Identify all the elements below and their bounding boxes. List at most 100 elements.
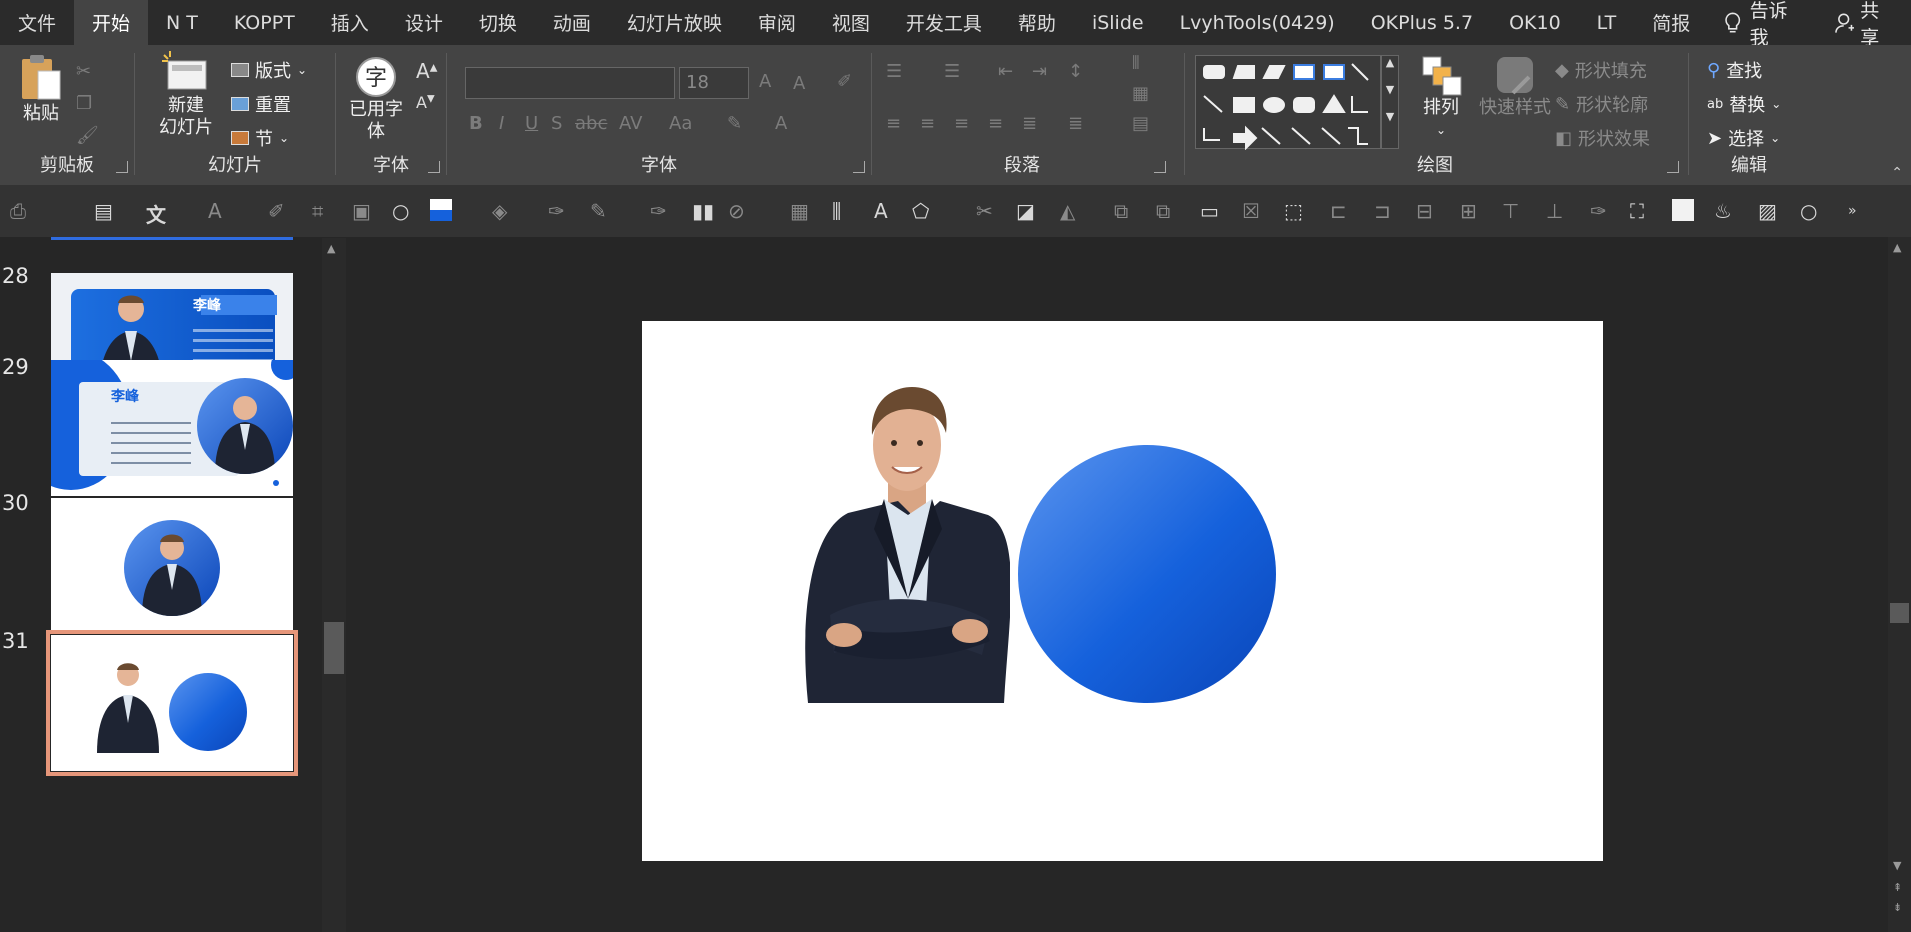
slide-thumbnail-31[interactable] [46,630,298,776]
chart-3d-icon: ◭ [1060,199,1076,223]
scroll-up-icon[interactable]: ▲ [327,242,335,255]
font-size-dropdown[interactable]: 18 [679,67,749,99]
more-icon[interactable]: ▼ [1382,110,1398,123]
blue-circle[interactable] [1018,445,1276,703]
replace-button[interactable]: ab 替换 ⌄ [1707,91,1781,117]
current-slide[interactable] [642,321,1603,861]
text-icon[interactable]: 文 [146,199,166,228]
section-button[interactable]: 节 ⌄ [231,125,289,151]
scroll-up-icon[interactable]: ▲ [1382,56,1398,69]
align-bottom-icon: ⊥ [1546,199,1564,223]
paste-button[interactable]: 粘贴 [16,53,66,125]
tab-insert[interactable]: 插入 [313,0,387,45]
tab-developer[interactable]: 开发工具 [888,0,1000,45]
drawing-launcher-icon[interactable] [1667,161,1679,173]
align-center-icon: ≡ [920,113,936,134]
tab-transitions[interactable]: 切换 [461,0,535,45]
find-button[interactable]: ⚲ 查找 [1707,57,1762,83]
font-grow-icon[interactable]: A▲ [416,59,437,83]
fit-slide-icon[interactable]: ⛶ [1630,199,1644,223]
columns-icon[interactable]: ⫼ [832,199,841,223]
tab-animations[interactable]: 动画 [535,0,609,45]
tab-design[interactable]: 设计 [387,0,461,45]
textbox-icon[interactable]: ▤ [94,199,113,223]
window-icon[interactable]: ▭ [1200,199,1219,223]
layout-button[interactable]: 版式 ⌄ [231,57,307,83]
tab-lvyhtools[interactable]: LvyhTools(0429) [1162,0,1353,45]
reset-button[interactable]: 重置 [231,91,291,117]
scroll-down-icon[interactable]: ▼ [1382,83,1398,96]
collapse-ribbon-icon[interactable]: ⌃ [1891,165,1903,181]
tab-file[interactable]: 文件 [0,0,74,45]
replace-label: 替换 [1729,95,1766,116]
color-fill-icon[interactable] [430,199,452,226]
tab-nt[interactable]: N T [148,0,216,45]
slide-canvas-area [352,237,1887,932]
format-painter-icon[interactable]: 🖌 [76,125,99,146]
tab-home[interactable]: 开始 [74,0,149,45]
thumbnails-scrollbar[interactable]: ▲ [322,238,346,932]
used-fonts-launcher-icon[interactable] [428,161,440,173]
share-button[interactable]: 共享 [1821,0,1911,50]
scrollbar-thumb[interactable] [1890,603,1909,623]
font-shrink-icon[interactable]: A▼ [416,93,435,112]
tab-view[interactable]: 视图 [814,0,888,45]
shapes-icon[interactable]: ⬠ [912,199,929,223]
clipboard-group: 粘贴 ✂ ❐ 🖌 剪贴板 [0,51,134,179]
text-style-icon[interactable]: A [874,199,888,223]
distribute-icon: ≣ [1022,113,1038,134]
select-objects-icon[interactable]: ⬚ [1284,199,1303,223]
paragraph-launcher-icon[interactable] [1154,161,1166,173]
person-photo[interactable] [800,383,1010,703]
tab-review[interactable]: 审阅 [740,0,814,45]
select-button[interactable]: ➤ 选择 ⌄ [1707,125,1780,151]
font-launcher-icon[interactable] [853,161,865,173]
slides-group-label: 幻灯片 [208,155,262,176]
tab-slideshow[interactable]: 幻灯片放映 [609,0,740,45]
tab-islide[interactable]: iSlide [1074,0,1162,45]
copy-icon[interactable]: ❐ [76,93,92,114]
numbering-icon: ☰ [944,61,961,82]
chevron-down-icon: ⌄ [1770,131,1781,145]
tell-me[interactable]: 告诉我 [1708,0,1821,50]
tab-help[interactable]: 帮助 [1000,0,1074,45]
shapes-gallery[interactable] [1195,55,1381,151]
next-slide-icon[interactable]: ⇟ [1893,901,1902,914]
arrange-button[interactable]: 排列 ⌄ [1411,53,1471,141]
tab-ok10[interactable]: OK10 [1491,0,1579,45]
scroll-down-icon[interactable]: ▼ [1893,859,1901,872]
scrollbar-thumb[interactable] [324,622,344,674]
tab-briefing[interactable]: 简报 [1634,0,1708,45]
white-square-icon[interactable] [1672,199,1694,226]
more-tools-icon[interactable]: » [1848,203,1857,219]
ungroup-icon: ⧉ [1156,199,1171,223]
cut-icon[interactable]: ✂ [76,61,91,82]
italic-icon: I [499,113,505,134]
decrease-font-icon: A [793,73,806,94]
oval-icon[interactable]: ○ [1800,199,1817,223]
circle-icon[interactable]: ○ [392,199,409,223]
tab-koppt[interactable]: KOPPT [216,0,313,45]
shadow-box-icon[interactable]: ◪ [1016,199,1035,223]
previous-slide-icon[interactable]: ⇞ [1893,881,1902,894]
slide-thumbnail-30[interactable] [51,498,293,634]
tab-okplus[interactable]: OKPlus 5.7 [1353,0,1491,45]
vertical-scrollbar[interactable]: ▲ ▼ ⇞ ⇟ [1888,237,1911,932]
brush-icon: ✑ [650,199,667,223]
lamp-icon[interactable]: ♨ [1714,199,1732,223]
change-case-icon: Aa [669,113,693,134]
image-icon[interactable]: ▨ [1758,199,1777,223]
share-label: 共享 [1860,0,1880,49]
slide-thumbnail-29[interactable]: 李峰 [51,360,293,496]
font-name-dropdown[interactable] [465,67,675,99]
group-icon: ⧉ [1114,199,1129,223]
text-line [111,452,191,454]
bar-chart-icon[interactable]: ▮▮ [692,199,714,223]
person-icon [97,663,159,753]
new-slide-button[interactable]: 新建 幻灯片 [151,51,221,139]
clipboard-launcher-icon[interactable] [116,161,128,173]
tab-lt[interactable]: LT [1579,0,1635,45]
shapes-gallery-scroll[interactable]: ▲ ▼ ▼ [1381,55,1399,149]
scroll-up-icon[interactable]: ▲ [1893,241,1901,254]
used-fonts-button[interactable]: 字 已用字 体 [342,55,410,143]
